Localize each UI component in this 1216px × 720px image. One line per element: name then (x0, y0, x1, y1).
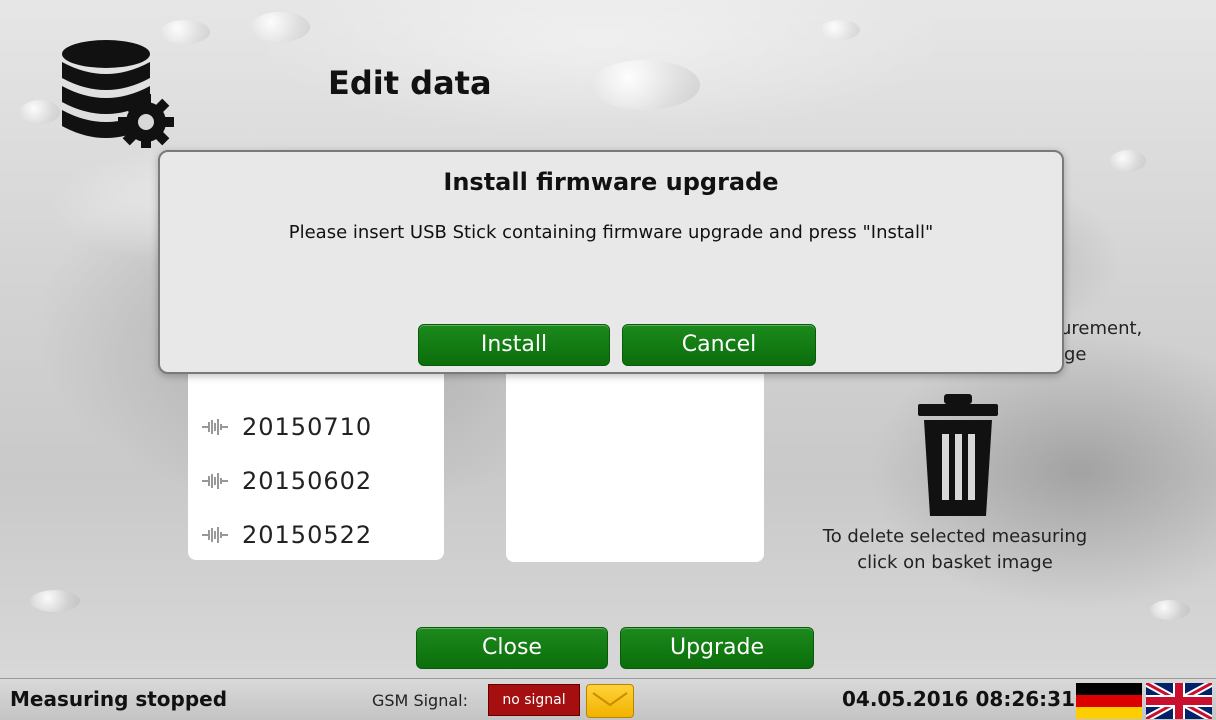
uk-flag-icon[interactable] (1146, 683, 1212, 719)
measurement-detail-panel[interactable] (506, 356, 764, 562)
instruction-text: urement, ge (1060, 316, 1142, 368)
water-drop (820, 20, 860, 40)
install-button[interactable]: Install (418, 324, 610, 366)
trash-icon[interactable] (916, 392, 1000, 516)
list-item-label: 20150522 (242, 521, 373, 549)
database-settings-icon (62, 40, 174, 148)
gsm-signal-label: GSM Signal: (372, 691, 468, 710)
list-item[interactable]: 20150522 (188, 508, 444, 560)
list-item[interactable]: 20150710 (188, 400, 444, 454)
dialog-message: Please insert USB Stick containing firmw… (288, 222, 934, 243)
water-drop (1150, 600, 1190, 620)
measuring-status: Measuring stopped (10, 687, 228, 711)
water-drop (20, 100, 60, 124)
delete-hint: To delete selected measuring click on ba… (790, 524, 1120, 576)
page-title: Edit data (328, 64, 492, 102)
list-item-label: 20150602 (242, 467, 373, 495)
status-bar: Measuring stopped GSM Signal: no signal … (0, 678, 1216, 720)
gsm-signal-badge: no signal (488, 684, 580, 716)
list-item-label: 20150710 (242, 413, 373, 441)
water-drop (590, 60, 700, 110)
waveform-icon (202, 527, 228, 543)
upgrade-button[interactable]: Upgrade (620, 627, 814, 669)
waveform-icon (202, 473, 228, 489)
close-button[interactable]: Close (416, 627, 608, 669)
instruction-line: ge (1064, 344, 1087, 365)
instruction-line: urement, (1060, 318, 1143, 339)
delete-hint-line: To delete selected measuring (822, 526, 1088, 547)
list-item[interactable]: 20150602 (188, 454, 444, 508)
measurement-list[interactable]: 20150717 20150710 20150602 20150522 (188, 356, 444, 560)
envelope-icon (592, 692, 628, 707)
german-flag-icon[interactable] (1076, 683, 1142, 719)
water-drop (250, 12, 310, 42)
cancel-button[interactable]: Cancel (622, 324, 816, 366)
mail-button[interactable] (586, 684, 634, 718)
water-drop (30, 590, 80, 612)
dialog-title: Install firmware upgrade (443, 168, 779, 196)
water-drop (1110, 150, 1146, 172)
firmware-upgrade-dialog: Install firmware upgrade Please insert U… (158, 150, 1064, 374)
delete-hint-line: click on basket image (857, 552, 1053, 573)
waveform-icon (202, 419, 228, 435)
date-time: 04.05.2016 08:26:31 (842, 687, 1075, 711)
